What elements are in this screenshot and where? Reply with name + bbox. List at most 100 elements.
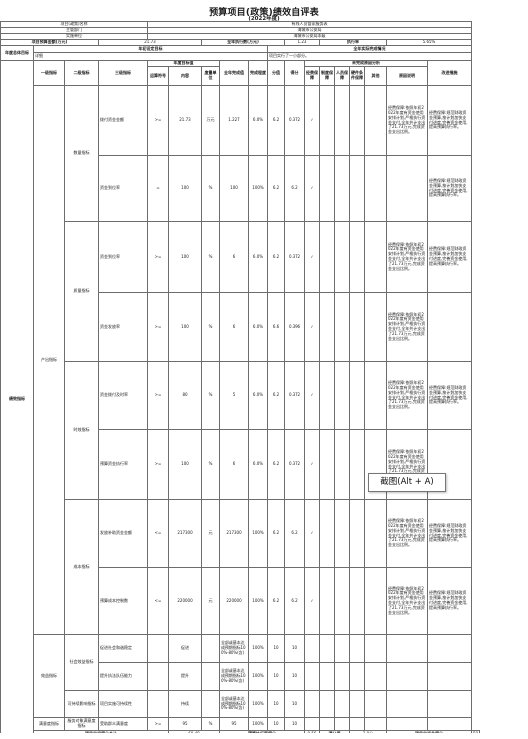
row-5-op: >= — [147, 361, 169, 430]
effect-1-score: 10 — [284, 634, 305, 663]
row-7-name: 发放补助资金金额 — [98, 499, 148, 568]
row-7-weight: 6.2 — [267, 499, 285, 568]
row-3-rate: 6.0% — [248, 221, 268, 293]
effect-1-weight: 10 — [267, 634, 285, 663]
effect-2-rate: 100% — [248, 662, 268, 691]
category-cost: 成本指标 — [64, 499, 99, 635]
col-lvl2: 二级指标 — [64, 60, 99, 86]
row-6-op: >= — [147, 429, 169, 500]
col-actual: 全年完成值 — [219, 60, 249, 86]
row-7-reason: 经费保障:依照年初2022年度有资金使用安排计划,严格执行资金支付,全年共计支出… — [386, 499, 428, 568]
row-5-check: ✓ — [304, 361, 320, 430]
row-8-content: 220000 — [168, 567, 202, 635]
col-lvl1: 一级指标 — [33, 60, 65, 86]
evaluation-grid: 项目(政策)名称 有线人员管家服务表 主管部门 海城市公安局 实施单位 海城市公… — [0, 21, 481, 738]
row-7-actual: 217300 — [219, 499, 249, 568]
row-7-score: 6.2 — [284, 499, 305, 568]
col-dev-other: 其他 — [364, 66, 387, 86]
effect-2-weight: 10 — [267, 662, 285, 691]
col-unit: 度量单位 — [201, 66, 220, 86]
col-rate: 完成程度 — [248, 60, 268, 86]
sat-unit: % — [201, 717, 220, 731]
row-6-check: ✓ — [304, 429, 320, 500]
row-3-name: 资金到位率 — [98, 221, 148, 293]
page-bottom-strip — [0, 733, 528, 739]
row-7-content: 217300 — [168, 499, 202, 568]
goal-label: 年度总体目标 — [0, 45, 34, 61]
row-8-score: 6.2 — [284, 567, 305, 635]
row-6-score: 0.372 — [284, 429, 305, 500]
row-3-weight: 6.2 — [267, 221, 285, 293]
sat-name: 受助群众满意度 — [98, 717, 148, 731]
row-6-rate: 6.0% — [248, 429, 268, 500]
row-3-op: >= — [147, 221, 169, 293]
row-4-name: 资金发放率 — [98, 292, 148, 362]
row-8-rate: 100% — [248, 567, 268, 635]
row-7-improve: 经费保障:规范财政资金预算,按计划加快支付进度,完善资金使用,提高预算执行率。 — [427, 499, 472, 568]
goal-actual-value: 项目实行了一小部分。 — [267, 52, 472, 61]
goal-planned-value: 详细 — [33, 52, 268, 61]
effect-1-name: 促进社会和谐稳定 — [98, 634, 148, 663]
row-3-check: ✓ — [304, 221, 320, 293]
row-1-check: ✓ — [304, 85, 320, 156]
row-5-improve: 经费保障:规范财政资金预算,按计划加快支付进度,完善资金使用,提高预算执行率。 — [427, 361, 472, 430]
sat-score: 10 — [284, 717, 305, 731]
row-8-check: ✓ — [304, 567, 320, 635]
row-1-score: 0.372 — [284, 85, 305, 156]
effect-3-score: 10 — [284, 690, 305, 718]
row-5-rate: 6.0% — [248, 361, 268, 430]
row-1-unit: 万元 — [201, 85, 220, 156]
row-2-actual: 100 — [219, 155, 249, 222]
row-8-name: 预算成本控制数 — [98, 567, 148, 635]
category-sustain: 可持续影响指标 — [64, 690, 99, 718]
row-6-name: 预算资金执行率 — [98, 429, 148, 500]
effect-3-rate: 100% — [248, 690, 268, 718]
category-satisfaction: 满意度指标 — [33, 717, 65, 731]
row-4-check: ✓ — [304, 292, 320, 362]
category-effect: 效益指标 — [33, 634, 65, 718]
row-5-content: 80 — [168, 361, 202, 430]
row-8-actual: 220000 — [219, 567, 249, 635]
row-4-content: 100 — [168, 292, 202, 362]
row-6-weight: 6.2 — [267, 429, 285, 500]
row-1-weight: 6.2 — [267, 85, 285, 156]
category-timeliness: 时效指标 — [64, 361, 99, 500]
row-2-name: 资金到位率 — [98, 155, 148, 222]
screenshot-tooltip: 截图(Alt + A) — [368, 473, 446, 492]
row-4-score: 0.396 — [284, 292, 305, 362]
col-dev-econ: 经费保障 — [304, 66, 320, 86]
sat-rate: 100% — [248, 717, 268, 731]
row-8-unit: 元 — [201, 567, 220, 635]
document-page: 预算项目(政策)绩效自评表 (2022年度) 项目(政策)名称 有线人员管家服务… — [0, 0, 528, 739]
row-8-op: <= — [147, 567, 169, 635]
row-2-rate: 100% — [248, 155, 268, 222]
row-2-improve: 经费保障:规范财政资金预算,按计划加快支付进度,完善资金使用,提高预算执行率。 — [427, 155, 472, 222]
row-8-improve: 经费保障:规范财政资金预算,按计划加快支付进度,完善资金使用,提高预算执行率。 — [427, 567, 472, 635]
category-output: 产出指标 — [33, 85, 65, 635]
row-1-name: 拨付资金金额 — [98, 85, 148, 156]
effect-2-name: 提升执法队伍能力 — [98, 662, 148, 691]
row-1-actual: 1.227 — [219, 85, 249, 156]
category-social: 社会效益指标 — [64, 634, 99, 691]
row-1-content: 21.73 — [168, 85, 202, 156]
row-1-rate: 6.0% — [248, 85, 268, 156]
sat-actual: 95 — [219, 717, 249, 731]
row-2-score: 6.2 — [284, 155, 305, 222]
row-1-op: >= — [147, 85, 169, 156]
row-8-weight: 6.2 — [267, 567, 285, 635]
effect-3-weight: 10 — [267, 690, 285, 718]
row-4-weight: 6.6 — [267, 292, 285, 362]
sat-weight: 10 — [267, 717, 285, 731]
row-1-reason: 经费保障:依照年初2022年度有资金使用安排计划,严格执行资金支付,全年共计支出… — [386, 85, 428, 156]
perf-indicator-label: 绩效指标 — [0, 60, 34, 738]
effect-1-actual: 全部或基本达成预期指标100%-80%(含) — [219, 634, 249, 663]
row-7-op: <= — [147, 499, 169, 568]
row-4-rate: 6.0% — [248, 292, 268, 362]
sat-content: 95 — [168, 717, 202, 731]
row-5-weight: 6.2 — [267, 361, 285, 430]
category-quality: 质量指标 — [64, 221, 99, 362]
row-8-reason: 经费保障:依照年初2022年度有资金使用安排计划,严格执行资金支付,全年共计支出… — [386, 567, 428, 635]
row-1-improve: 经费保障:规范财政资金预算,按计划加快支付进度,完善资金使用,提高预算执行率。 — [427, 85, 472, 156]
evaluation-table: 项目(政策)名称 有线人员管家服务表 主管部门 海城市公安局 实施单位 海城市公… — [0, 21, 481, 738]
col-dev-hw: 硬件条件保障 — [349, 66, 365, 86]
